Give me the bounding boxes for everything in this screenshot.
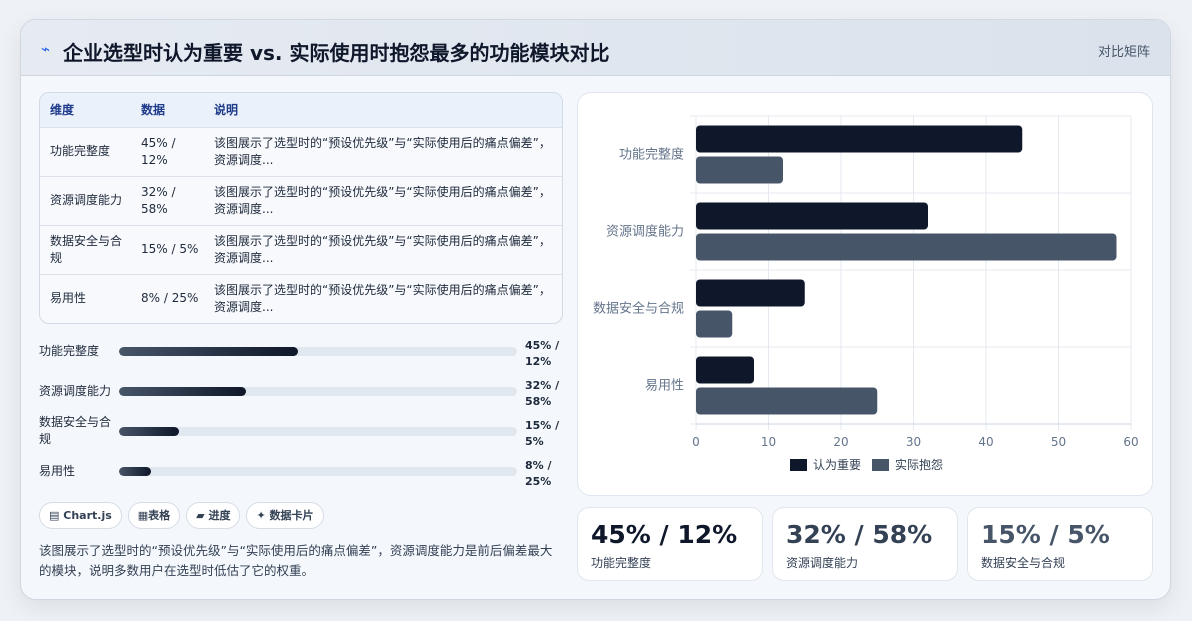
table-row: 易用性 8% / 25% 该图展示了选型时的“预设优先级”与“实际使用后的痛点偏… (40, 274, 562, 323)
cell-dimension: 资源调度能力 (50, 193, 123, 207)
bar-complaint (696, 156, 783, 184)
x-tick-label: 40 (978, 435, 993, 449)
progress-label: 功能完整度 (39, 344, 100, 358)
bar-important (696, 279, 805, 307)
y-tick-label: 资源调度能力 (606, 224, 684, 240)
chip-table[interactable]: ▦表格 (127, 502, 181, 529)
cell-dimension: 数据安全与合规 (50, 233, 123, 265)
progress-row: 数据安全与合规 15% / 5% (39, 415, 569, 458)
chip-progress[interactable]: ▰ 进度 (186, 502, 241, 529)
progress-label: 易用性 (39, 464, 76, 478)
progress-row: 功能完整度 45% / 12% (39, 338, 569, 378)
progress-row: 资源调度能力 32% / 58% (39, 378, 569, 418)
x-tick-label: 30 (906, 435, 921, 449)
stat-value: 15% / 5% (981, 520, 1110, 549)
cell-data: 8% / 25% (141, 291, 199, 306)
y-tick-label: 数据安全与合规 (593, 301, 684, 317)
legend-label: 实际抱怨 (895, 457, 943, 472)
progress-fill (119, 427, 179, 436)
progress-value: 32% / 58% (525, 379, 560, 408)
stat-label: 数据安全与合规 (981, 556, 1066, 570)
progress-value: 8% / 25% (525, 459, 552, 488)
progress-icon: ▰ (196, 509, 205, 522)
stat-label: 功能完整度 (591, 556, 652, 570)
stat-label: 资源调度能力 (786, 556, 859, 570)
chart-icon: ▤ (49, 509, 60, 522)
bar-complaint (696, 233, 1117, 261)
legend-swatch (872, 459, 889, 471)
bar-chart-svg: 0 10 20 30 40 50 60 功能完整度资源调度能力数据安全与合规易用性认为重要 实际… (593, 115, 1139, 472)
cell-description: 该图展示了选型时的“预设优先级”与“实际使用后的痛点偏差”，资源调度... (214, 282, 551, 314)
progress-label: 资源调度能力 (39, 384, 112, 398)
y-tick-label: 功能完整度 (619, 147, 684, 163)
progress-track (119, 387, 517, 396)
cell-data: 15% / 5% (141, 242, 199, 256)
bolt-icon: ⌁ (41, 40, 51, 58)
x-tick-label: 20 (833, 435, 848, 449)
legend-swatch (790, 459, 807, 471)
cell-dimension: 功能完整度 (50, 144, 111, 158)
stat-card: 45% / 12% 功能完整度 (577, 507, 763, 581)
progress-list: 功能完整度 45% / 12% 资源调度能力 32% / 58% 数据安全与合规… (39, 338, 569, 498)
stat-card: 32% / 58% 资源调度能力 (772, 507, 958, 581)
progress-track (119, 347, 517, 356)
cell-description: 该图展示了选型时的“预设优先级”与“实际使用后的痛点偏差”，资源调度... (214, 233, 551, 265)
table-header-row: 维度 数据 说明 (40, 93, 562, 127)
bar-chart: 0 10 20 30 40 50 60 功能完整度资源调度能力数据安全与合规易用性认为重要 实际… (577, 92, 1153, 496)
progress-track (119, 427, 517, 436)
chip-chartjs[interactable]: ▤ Chart.js (39, 502, 122, 529)
table-row: 功能完整度 45% / 12% 该图展示了选型时的“预设优先级”与“实际使用后的… (40, 127, 562, 176)
x-tick-label: 50 (1051, 435, 1066, 449)
stat-value: 45% / 12% (591, 520, 738, 549)
dashboard-card: ⌁ 企业选型时认为重要 vs. 实际使用时抱怨最多的功能模块对比 对比矩阵 维度… (20, 19, 1171, 600)
progress-row: 易用性 8% / 25% (39, 458, 569, 498)
column-header-description: 说明 (214, 103, 239, 118)
y-tick-label: 易用性 (645, 379, 684, 394)
table-row: 资源调度能力 32% / 58% 该图展示了选型时的“预设优先级”与“实际使用后… (40, 176, 562, 225)
progress-label: 数据安全与合规 (39, 415, 112, 446)
summary-text: 该图展示了选型时的“预设优先级”与“实际使用后的痛点偏差”，资源调度能力是前后偏… (39, 543, 553, 578)
x-tick-label: 60 (1123, 435, 1138, 449)
progress-fill (119, 347, 299, 356)
bar-complaint (696, 310, 733, 338)
chip-row: ▤ Chart.js ▦表格 ▰ 进度 ✦ 数据卡片 (39, 502, 330, 529)
cell-data: 45% / 12% (141, 135, 176, 167)
cell-description: 该图展示了选型时的“预设优先级”与“实际使用后的痛点偏差”，资源调度... (214, 135, 551, 167)
bar-important (696, 202, 928, 230)
stat-card: 15% / 5% 数据安全与合规 (967, 507, 1153, 581)
bar-important (696, 125, 1023, 153)
cell-dimension: 易用性 (50, 291, 87, 306)
cell-data: 32% / 58% (141, 184, 176, 216)
progress-value: 15% / 5% (525, 419, 560, 448)
x-tick-label: 10 (761, 435, 776, 449)
matrix-tag: 对比矩阵 (1097, 45, 1150, 60)
column-header-data: 数据 (141, 103, 166, 118)
progress-track (119, 467, 517, 476)
page-title: 企业选型时认为重要 vs. 实际使用时抱怨最多的功能模块对比 (63, 41, 610, 65)
table-icon: ▦ (137, 509, 149, 522)
header: ⌁ 企业选型时认为重要 vs. 实际使用时抱怨最多的功能模块对比 对比矩阵 (21, 20, 1170, 76)
cell-description: 该图展示了选型时的“预设优先级”与“实际使用后的痛点偏差”，资源调度... (214, 184, 551, 216)
progress-fill (119, 387, 247, 396)
progress-fill (119, 467, 151, 476)
stat-value: 32% / 58% (786, 520, 933, 549)
legend-label: 认为重要 (813, 458, 861, 472)
progress-value: 45% / 12% (525, 339, 560, 368)
column-header-dimension: 维度 (50, 103, 75, 118)
card-icon: ✦ (256, 509, 266, 522)
bar-important (696, 356, 754, 384)
table-row: 数据安全与合规 15% / 5% 该图展示了选型时的“预设优先级”与“实际使用后… (40, 225, 562, 274)
bar-complaint (696, 387, 878, 415)
chip-data-card[interactable]: ✦ 数据卡片 (246, 502, 324, 529)
data-table: 维度 数据 说明 功能完整度 45% / 12% 该图展示了选型时的“预设优先级… (39, 92, 563, 324)
x-tick-label: 0 (692, 435, 700, 449)
